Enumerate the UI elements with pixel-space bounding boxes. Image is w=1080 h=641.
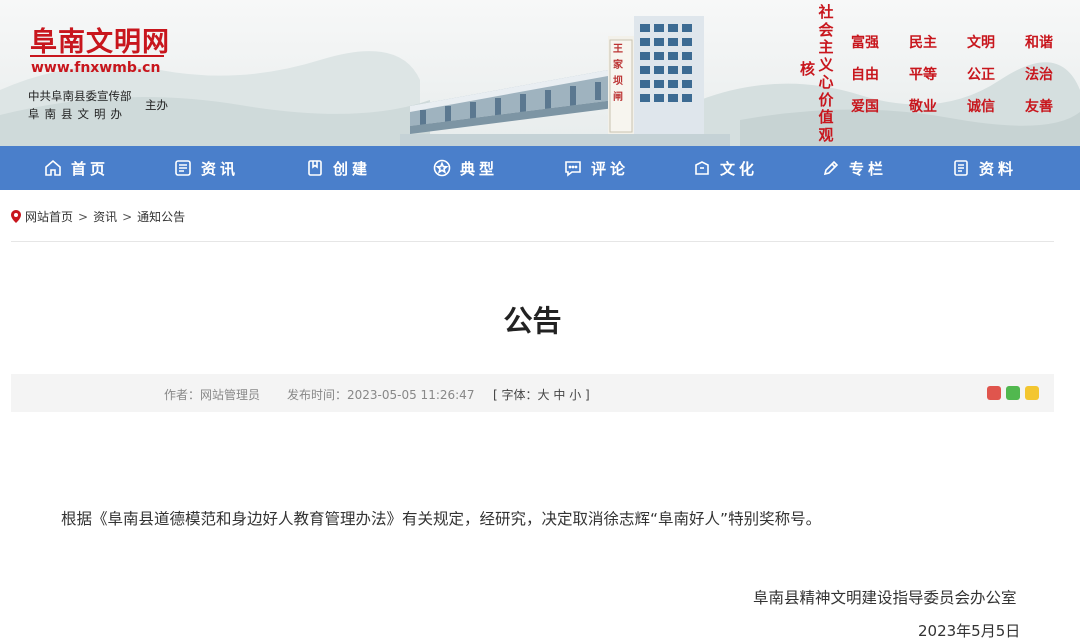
nav-item-create[interactable]: 创建 xyxy=(305,146,371,190)
site-header: 阜南文明网 www.fnxwmb.cn 中共阜南县委宣传部 阜南县文明办 主办 … xyxy=(0,0,1080,146)
nav-label: 资讯 xyxy=(201,159,240,178)
nav-label: 评论 xyxy=(591,159,630,178)
core-value: 诚信 xyxy=(967,99,995,115)
nav-item-column[interactable]: 专栏 xyxy=(821,146,887,190)
font-size-small[interactable]: 小 xyxy=(569,388,581,402)
pen-icon xyxy=(823,160,839,176)
host-label: 主办 xyxy=(145,98,168,112)
home-icon xyxy=(45,159,61,176)
core-values-grid: 富强 民主 文明 和谐 自由 平等 公正 法治 爱国 敬业 诚信 友善 xyxy=(851,32,1061,116)
breadcrumb-news-link[interactable]: 资讯 xyxy=(93,208,117,225)
core-value: 民主 xyxy=(909,35,937,51)
nav-item-comment[interactable]: 评论 xyxy=(563,146,629,190)
article-signature: 阜南县精神文明建设指导委员会办公室 xyxy=(753,589,1017,607)
logo-underline xyxy=(30,55,164,57)
nav-item-materials[interactable]: 资料 xyxy=(951,146,1017,190)
nav-label: 文化 xyxy=(720,159,759,178)
article-body: 根据《阜南县道德模范和身边好人教育管理办法》有关规定，经研究，决定取消徐志辉“阜… xyxy=(61,510,822,528)
core-value: 自由 xyxy=(851,67,879,83)
star-circle-icon xyxy=(433,159,451,177)
main-nav: 首页 资讯 创建 典型 评论 文化 专栏 资料 xyxy=(0,146,1080,190)
nav-item-typical[interactable]: 典型 xyxy=(432,146,498,190)
bookmark-icon xyxy=(308,160,322,176)
wechat-share-icon[interactable] xyxy=(1006,386,1020,400)
nav-item-home[interactable]: 首页 xyxy=(43,146,109,190)
breadcrumb: 网站首页 > 资讯 > 通知公告 xyxy=(11,208,185,225)
core-value: 平等 xyxy=(909,67,937,83)
comment-icon xyxy=(565,161,581,177)
article-publish-time: 发布时间：2023-05-05 11:26:47 xyxy=(287,388,475,402)
weibo-share-icon[interactable] xyxy=(987,386,1001,400)
font-size-large[interactable]: 大 xyxy=(538,388,550,402)
nav-item-news[interactable]: 资讯 xyxy=(173,146,239,190)
nav-label: 典型 xyxy=(460,159,499,178)
core-value: 富强 xyxy=(851,35,879,51)
breadcrumb-separator: > xyxy=(78,209,89,224)
nav-item-culture[interactable]: 文化 xyxy=(692,146,758,190)
breadcrumb-separator: > xyxy=(122,209,133,224)
font-size-prefix: [ 字体： xyxy=(493,388,538,402)
culture-icon xyxy=(695,161,709,175)
nav-label: 首页 xyxy=(71,159,110,178)
nav-label: 资料 xyxy=(979,159,1018,178)
font-size-medium[interactable]: 中 xyxy=(553,388,565,402)
news-icon xyxy=(175,160,191,176)
site-url: www.fnxwmb.cn xyxy=(31,60,161,76)
nav-label: 创建 xyxy=(333,159,372,178)
dam-sign-text: 王家坝闸 xyxy=(613,44,623,103)
breadcrumb-notice-link[interactable]: 通知公告 xyxy=(137,208,185,225)
org-name-line1: 中共阜南县委宣传部 xyxy=(28,89,132,103)
article-author: 作者：网站管理员 xyxy=(164,388,261,402)
core-value: 敬业 xyxy=(909,99,937,115)
dam-building-illustration xyxy=(400,16,730,146)
site-logo[interactable]: 阜南文明网 xyxy=(30,20,170,59)
font-size-suffix: ] xyxy=(581,388,590,402)
core-value: 爱国 xyxy=(851,99,879,115)
core-value: 和谐 xyxy=(1025,35,1053,51)
font-size-switcher: [ 字体：大 中 小 ] xyxy=(493,386,590,403)
qzone-share-icon[interactable] xyxy=(1025,386,1039,400)
core-value: 友善 xyxy=(1025,99,1053,115)
nav-label: 专栏 xyxy=(849,159,888,178)
core-values-prefix: 核 xyxy=(800,60,816,78)
org-name-line2: 阜南县文明办 xyxy=(28,107,127,121)
document-icon xyxy=(954,160,968,176)
article-date: 2023年5月5日 xyxy=(918,622,1021,640)
article-title: 公告 xyxy=(503,304,562,338)
location-pin-icon xyxy=(11,210,21,223)
core-value: 公正 xyxy=(967,67,995,83)
breadcrumb-divider xyxy=(11,241,1054,242)
article-meta-bar: 作者：网站管理员 发布时间：2023-05-05 11:26:47 [ 字体：大… xyxy=(11,374,1054,412)
core-value: 文明 xyxy=(967,35,995,51)
core-values-title: 社会主义心价值观 xyxy=(818,3,834,144)
core-value: 法治 xyxy=(1025,67,1053,83)
breadcrumb-home-link[interactable]: 网站首页 xyxy=(25,208,73,225)
